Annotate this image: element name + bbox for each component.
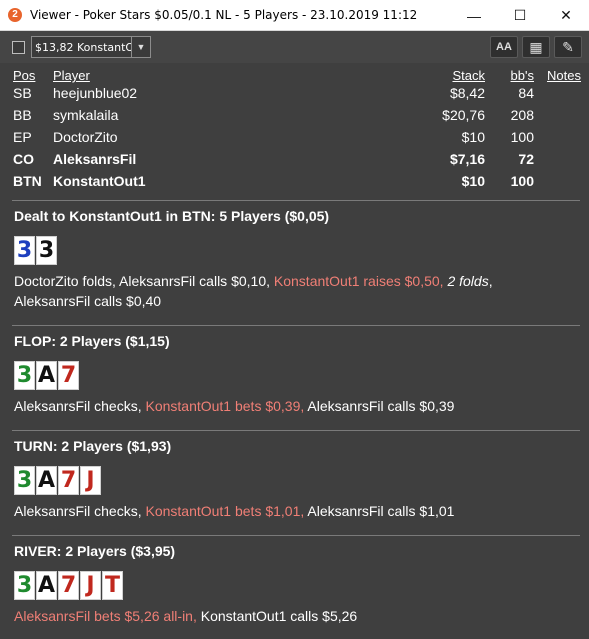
header-player[interactable]: Player (53, 68, 90, 83)
playing-card: 3 (14, 571, 35, 600)
cards-row: 3A7JT (14, 571, 124, 601)
close-button[interactable]: ✕ (543, 0, 589, 31)
bbs-cell: 100 (510, 129, 534, 145)
action-text: , (488, 273, 493, 289)
toolbar: $13,82 KonstantOut1 ▼ AA ▦ ✎ (0, 31, 589, 63)
position-cell: SB (13, 85, 32, 101)
playing-card: T (102, 571, 123, 600)
font-size-button[interactable]: AA (490, 36, 518, 58)
cards-row: 3A7J (14, 466, 102, 496)
divider (12, 325, 580, 326)
bbs-cell: 208 (510, 107, 534, 123)
header-notes[interactable]: Notes (547, 68, 581, 83)
position-cell: BB (13, 107, 32, 123)
stack-cell: $10 (461, 129, 485, 145)
bbs-cell: 72 (518, 151, 534, 167)
action-line: AleksanrsFil calls $0,40 (14, 293, 161, 309)
playing-card: A (36, 571, 57, 600)
player-name-cell[interactable]: AleksanrsFil (53, 151, 136, 167)
playing-card: J (80, 466, 101, 495)
player-name-cell[interactable]: KonstantOut1 (53, 173, 146, 189)
header-bbs[interactable]: bb's (511, 68, 534, 83)
action-text: AleksanrsFil bets $5,26 all-in, (14, 608, 201, 624)
action-text: KonstantOut1 bets $1,01, (145, 503, 308, 519)
position-cell: CO (13, 151, 34, 167)
playing-card: 3 (36, 236, 57, 265)
cards-row: 33 (14, 236, 58, 266)
bbs-cell: 100 (510, 173, 534, 189)
action-text: AleksanrsFil calls $0,40 (14, 293, 162, 309)
header-pos[interactable]: Pos (13, 68, 35, 83)
player-select-dropdown[interactable]: $13,82 KonstantOut1 ▼ (31, 36, 151, 58)
action-line: AleksanrsFil checks, KonstantOut1 bets $… (14, 503, 454, 519)
action-text: AleksanrsFil checks, (14, 398, 146, 414)
street-title: FLOP: 2 Players ($1,15) (14, 333, 170, 349)
app-logo-icon: 2 (8, 8, 22, 22)
window-title: Viewer - Poker Stars $0.05/0.1 NL - 5 Pl… (30, 8, 418, 22)
divider (12, 200, 580, 201)
grid-icon[interactable]: ▦ (522, 36, 550, 58)
playing-card: 7 (58, 571, 79, 600)
bbs-cell: 84 (518, 85, 534, 101)
divider (12, 535, 580, 536)
action-text: AleksanrsFil calls $0,39 (307, 398, 455, 414)
action-line: DoctorZito folds, AleksanrsFil calls $0,… (14, 273, 493, 289)
position-cell: EP (13, 129, 32, 145)
cards-row: 3A7 (14, 361, 80, 391)
playing-card: A (36, 361, 57, 390)
stack-cell: $7,16 (449, 151, 485, 167)
player-name-cell[interactable]: symkalaila (53, 107, 118, 123)
table-row: SB heejunblue02 $8,42 84 (0, 85, 589, 107)
table-row: EP DoctorZito $10 100 (0, 129, 589, 151)
playing-card: 7 (58, 361, 79, 390)
action-text: AleksanrsFil checks, (14, 503, 146, 519)
playing-card: 3 (14, 361, 35, 390)
playing-card: 7 (58, 466, 79, 495)
minimize-button[interactable]: — (451, 0, 497, 31)
position-cell: BTN (13, 173, 42, 189)
stack-cell: $8,42 (449, 85, 485, 101)
action-text: KonstantOut1 bets $0,39, (145, 398, 308, 414)
table-row: BB symkalaila $20,76 208 (0, 107, 589, 129)
street-title: Dealt to KonstantOut1 in BTN: 5 Players … (14, 208, 330, 224)
edit-icon[interactable]: ✎ (554, 36, 582, 58)
playing-card: A (36, 466, 57, 495)
maximize-button[interactable]: ☐ (497, 0, 543, 31)
stack-cell: $20,76 (442, 107, 485, 123)
player-name-cell[interactable]: heejunblue02 (53, 85, 137, 101)
title-bar: 2 Viewer - Poker Stars $0.05/0.1 NL - 5 … (0, 0, 589, 31)
action-line: AleksanrsFil checks, KonstantOut1 bets $… (14, 398, 454, 414)
playing-card: J (80, 571, 101, 600)
stack-cell: $10 (461, 173, 485, 189)
hand-history-panel: Pos Player Stack bb's Notes SB heejunblue… (0, 63, 589, 639)
action-text: AleksanrsFil calls $1,01 (307, 503, 455, 519)
playing-card: 3 (14, 466, 35, 495)
table-row: BTN KonstantOut1 $10 100 (0, 173, 589, 195)
chevron-down-icon[interactable]: ▼ (131, 37, 150, 57)
street-title: RIVER: 2 Players ($3,95) (14, 543, 176, 559)
select-checkbox[interactable] (12, 41, 25, 54)
table-row: CO AleksanrsFil $7,16 72 (0, 151, 589, 173)
playing-card: 3 (14, 236, 35, 265)
header-stack[interactable]: Stack (452, 68, 485, 83)
street-title: TURN: 2 Players ($1,93) (14, 438, 172, 454)
divider (12, 430, 580, 431)
action-line: AleksanrsFil bets $5,26 all-in, Konstant… (14, 608, 357, 624)
action-text: 2 folds (447, 273, 489, 289)
action-text: KonstantOut1 raises $0,50, (273, 273, 448, 289)
player-select-value: $13,82 KonstantOut1 (35, 41, 131, 54)
action-text: DoctorZito folds, AleksanrsFil calls $0,… (14, 273, 274, 289)
player-name-cell[interactable]: DoctorZito (53, 129, 118, 145)
action-text: KonstantOut1 calls $5,26 (200, 608, 358, 624)
